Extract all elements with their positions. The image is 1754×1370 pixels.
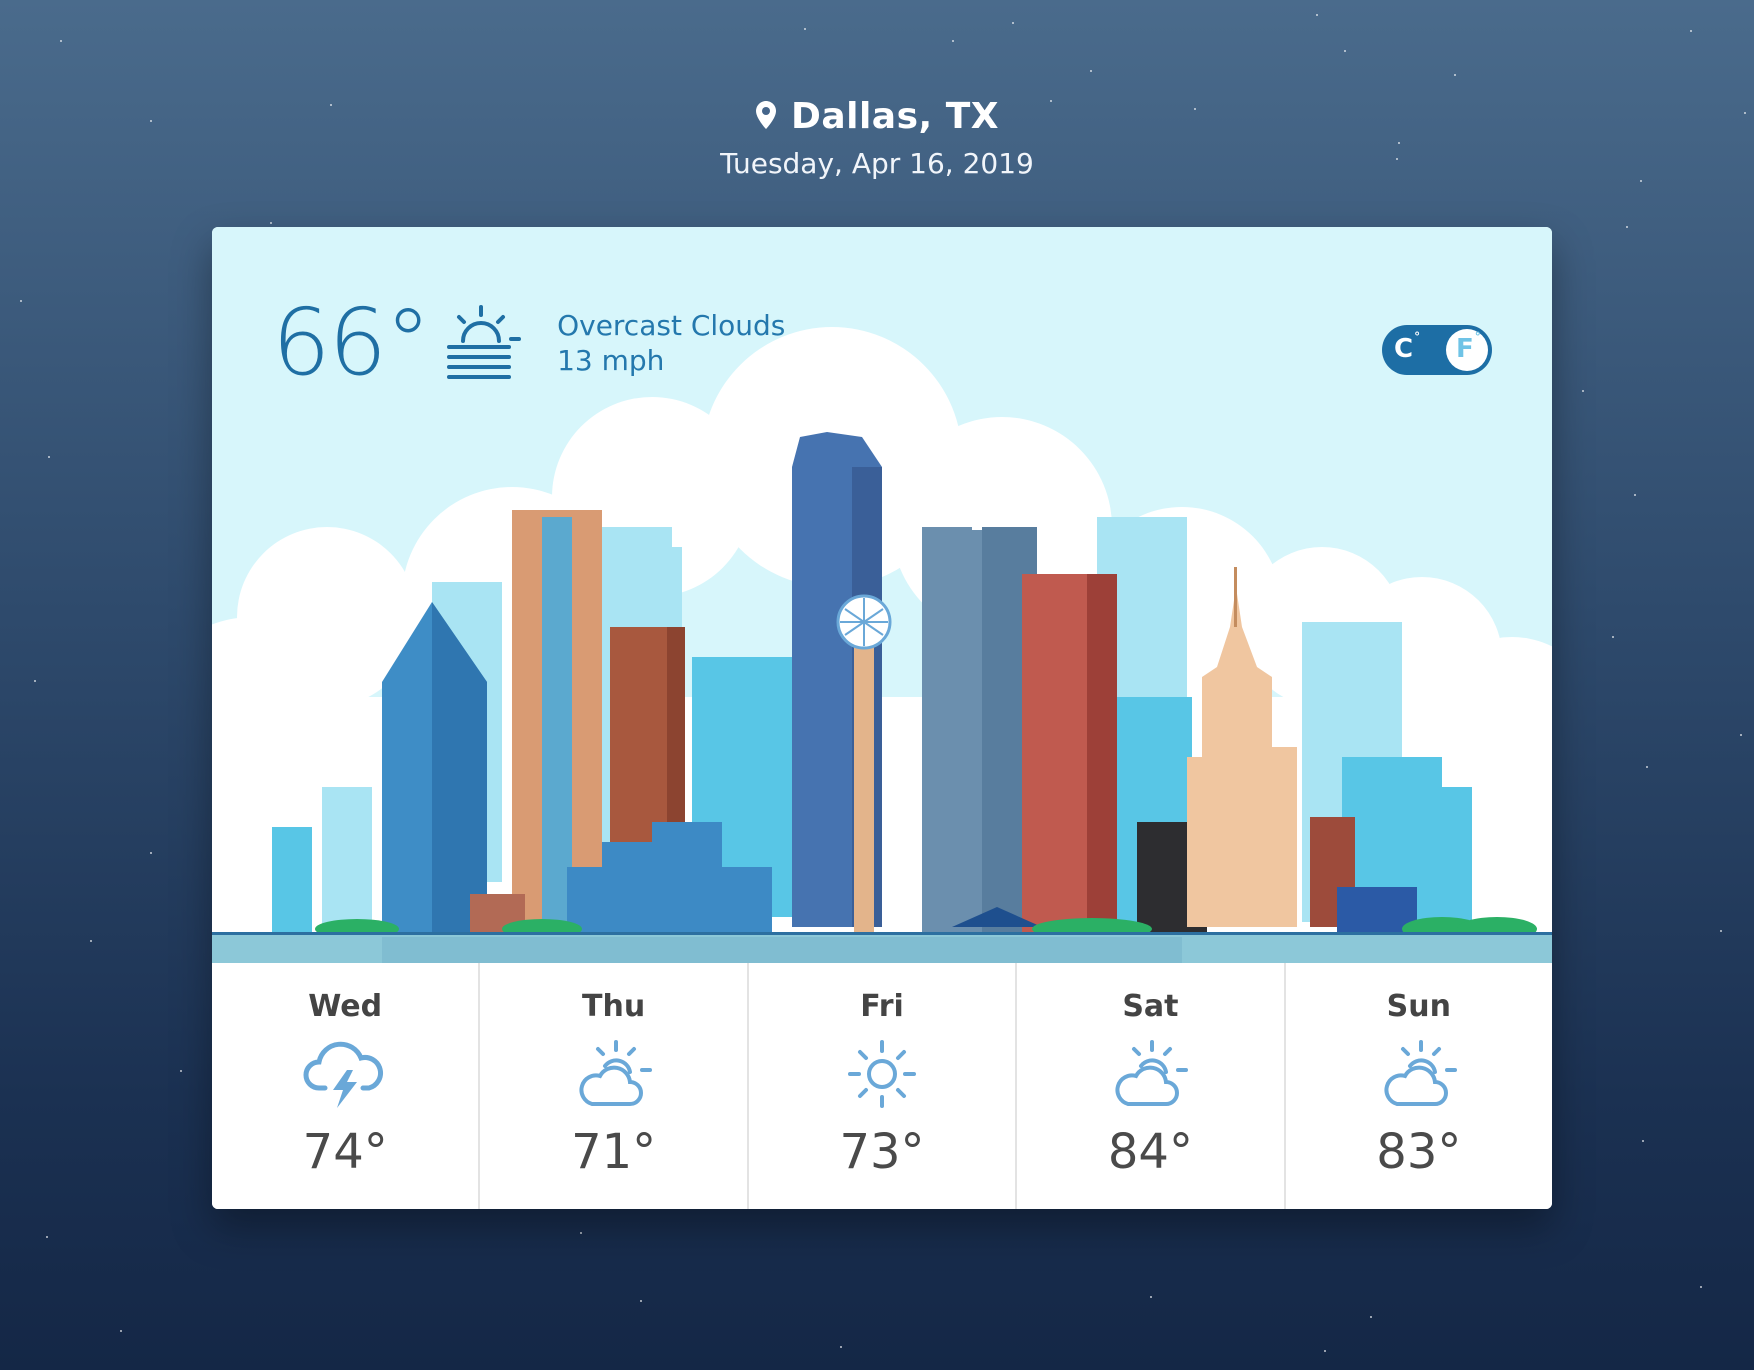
forecast-temperature: 73° [839, 1124, 925, 1180]
location-header: Dallas, TX Tuesday, Apr 16, 2019 [0, 96, 1754, 180]
current-date: Tuesday, Apr 16, 2019 [720, 147, 1034, 180]
forecast-temperature: 71° [571, 1124, 657, 1180]
fog-sun-icon [443, 299, 527, 387]
unit-toggle[interactable]: C° F° [1382, 325, 1492, 375]
current-conditions: 66° Overcast Clouds 13 mph [272, 297, 785, 389]
fahrenheit-option[interactable]: F° [1456, 330, 1481, 364]
partly-cloudy-icon [480, 1036, 746, 1112]
forecast-day-thu[interactable]: Thu 71° [480, 963, 749, 1209]
forecast-day-name: Sat [1122, 989, 1179, 1024]
map-pin-icon [755, 100, 777, 134]
weather-card: 66° Overcast Clouds 13 mph C° F° Wed 74°… [212, 227, 1552, 1209]
city-name: Dallas, TX [790, 96, 1000, 137]
forecast-day-sun[interactable]: Sun 83° [1286, 963, 1552, 1209]
forecast-day-name: Sun [1386, 989, 1451, 1024]
forecast-day-name: Fri [860, 989, 904, 1024]
toggle-knob[interactable]: F° [1446, 329, 1488, 371]
forecast-day-name: Thu [582, 989, 646, 1024]
celsius-option[interactable]: C° [1394, 330, 1420, 364]
forecast-temperature: 74° [302, 1124, 388, 1180]
forecast-day-wed[interactable]: Wed 74° [212, 963, 481, 1209]
sun-icon [749, 1036, 1015, 1112]
forecast-day-sat[interactable]: Sat 84° [1017, 963, 1286, 1209]
forecast-day-fri[interactable]: Fri 73° [749, 963, 1018, 1209]
partly-cloudy-icon [1017, 1036, 1283, 1112]
forecast-temperature: 83° [1376, 1124, 1462, 1180]
wind-speed: 13 mph [557, 344, 665, 377]
forecast-strip: Wed 74° Thu 71° Fri 73° Sat 84° Sun 83° [212, 963, 1552, 1209]
partly-cloudy-icon [1286, 1036, 1552, 1112]
condition-text: Overcast Clouds [557, 309, 786, 342]
forecast-day-name: Wed [308, 989, 383, 1024]
thunderstorm-icon [212, 1036, 478, 1112]
skyline-scene: 66° Overcast Clouds 13 mph C° F° [212, 227, 1552, 963]
current-temperature: 66° [272, 289, 431, 396]
forecast-temperature: 84° [1107, 1124, 1193, 1180]
